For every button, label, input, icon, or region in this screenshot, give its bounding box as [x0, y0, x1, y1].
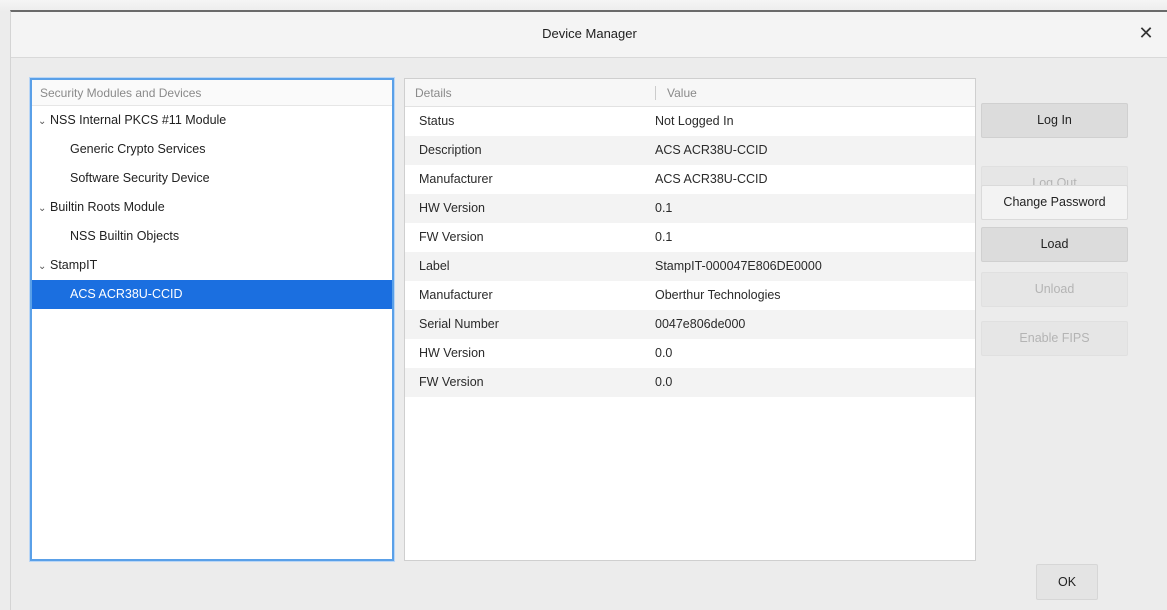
tree-item-stampit[interactable]: ⌄ StampIT	[32, 251, 392, 280]
enable-fips-button[interactable]: Enable FIPS	[981, 321, 1128, 356]
unload-button[interactable]: Unload	[981, 272, 1128, 307]
table-row[interactable]: FW Version 0.0	[405, 368, 975, 397]
tree-item-label: NSS Builtin Objects	[70, 229, 180, 243]
tree-item-label: StampIT	[50, 258, 98, 272]
load-button[interactable]: Load	[981, 227, 1128, 262]
log-in-button[interactable]: Log In	[981, 103, 1128, 138]
detail-key: Description	[419, 143, 482, 157]
detail-value: 0.1	[655, 201, 673, 215]
detail-value: Not Logged In	[655, 114, 734, 128]
details-table[interactable]: Details Value Status Not Logged In Descr…	[404, 78, 976, 561]
change-password-button[interactable]: Change Password	[981, 185, 1128, 220]
table-row[interactable]: FW Version 0.1	[405, 223, 975, 252]
tree-item-label: NSS Internal PKCS #11 Module	[50, 113, 227, 127]
tree-item-generic-crypto-services[interactable]: Generic Crypto Services	[32, 135, 392, 164]
chevron-down-icon[interactable]: ⌄	[38, 107, 50, 136]
tree-item-label: Software Security Device	[70, 171, 210, 185]
table-row[interactable]: Description ACS ACR38U-CCID	[405, 136, 975, 165]
tree-column-header: Security Modules and Devices	[32, 80, 392, 106]
detail-value: ACS ACR38U-CCID	[655, 172, 768, 186]
detail-value: 0047e806de000	[655, 317, 746, 331]
table-row[interactable]: HW Version 0.0	[405, 339, 975, 368]
table-row[interactable]: Manufacturer Oberthur Technologies	[405, 281, 975, 310]
dialog-title: Device Manager	[542, 26, 637, 41]
column-divider[interactable]	[655, 86, 656, 100]
detail-key: Label	[419, 259, 450, 273]
tree-item-acs-acr38u-ccid[interactable]: ACS ACR38U-CCID	[32, 280, 392, 309]
tree-item-label: Builtin Roots Module	[50, 200, 165, 214]
detail-value: ACS ACR38U-CCID	[655, 143, 768, 157]
detail-value: StampIT-000047E806DE0000	[655, 259, 822, 273]
details-table-header: Details Value	[405, 79, 975, 107]
table-row[interactable]: HW Version 0.1	[405, 194, 975, 223]
detail-value: 0.0	[655, 346, 673, 360]
tree-item-builtin-roots-module[interactable]: ⌄ Builtin Roots Module	[32, 193, 392, 222]
detail-key: Manufacturer	[419, 172, 493, 186]
ok-button[interactable]: OK	[1036, 564, 1098, 600]
tree-item-software-security-device[interactable]: Software Security Device	[32, 164, 392, 193]
detail-key: Serial Number	[419, 317, 499, 331]
detail-key: HW Version	[419, 201, 485, 215]
detail-key: Status	[419, 114, 455, 128]
detail-key: HW Version	[419, 346, 485, 360]
column-header-details[interactable]: Details	[415, 79, 452, 107]
detail-key: FW Version	[419, 375, 484, 389]
chevron-down-icon[interactable]: ⌄	[38, 194, 50, 223]
detail-value: 0.0	[655, 375, 673, 389]
chevron-down-icon[interactable]: ⌄	[38, 252, 50, 281]
detail-key: FW Version	[419, 230, 484, 244]
tree-item-nss-internal-module[interactable]: ⌄ NSS Internal PKCS #11 Module	[32, 106, 392, 135]
close-icon[interactable]: ✕	[1136, 23, 1156, 43]
table-row[interactable]: Status Not Logged In	[405, 107, 975, 136]
column-header-value[interactable]: Value	[667, 79, 697, 107]
tree-item-nss-builtin-objects[interactable]: NSS Builtin Objects	[32, 222, 392, 251]
table-row[interactable]: Manufacturer ACS ACR38U-CCID	[405, 165, 975, 194]
table-row[interactable]: Serial Number 0047e806de000	[405, 310, 975, 339]
detail-value: Oberthur Technologies	[655, 288, 781, 302]
title-bar: Device Manager ✕	[11, 12, 1167, 58]
tree-item-label: ACS ACR38U-CCID	[70, 287, 183, 301]
detail-value: 0.1	[655, 230, 673, 244]
tree-item-label: Generic Crypto Services	[70, 142, 206, 156]
table-row[interactable]: Label StampIT-000047E806DE0000	[405, 252, 975, 281]
security-modules-tree[interactable]: Security Modules and Devices ⌄ NSS Intern…	[30, 78, 394, 561]
detail-key: Manufacturer	[419, 288, 493, 302]
